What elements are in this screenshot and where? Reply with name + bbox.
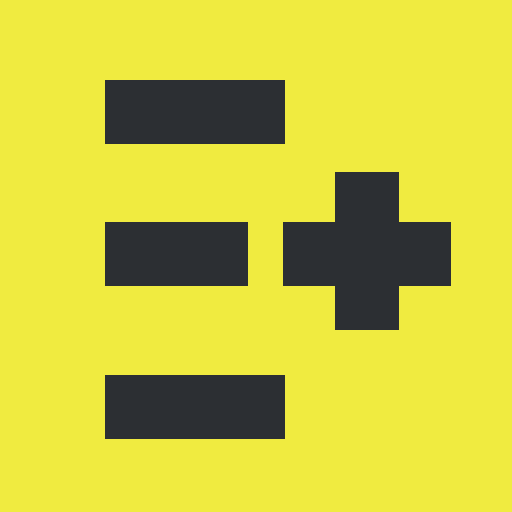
list-line-2 <box>105 222 248 286</box>
list-line-1 <box>105 80 285 144</box>
app-icon-tile[interactable] <box>0 0 512 512</box>
plus-vertical-bar <box>335 172 399 330</box>
list-line-3 <box>105 375 285 439</box>
add-to-list-icon[interactable] <box>0 0 512 512</box>
